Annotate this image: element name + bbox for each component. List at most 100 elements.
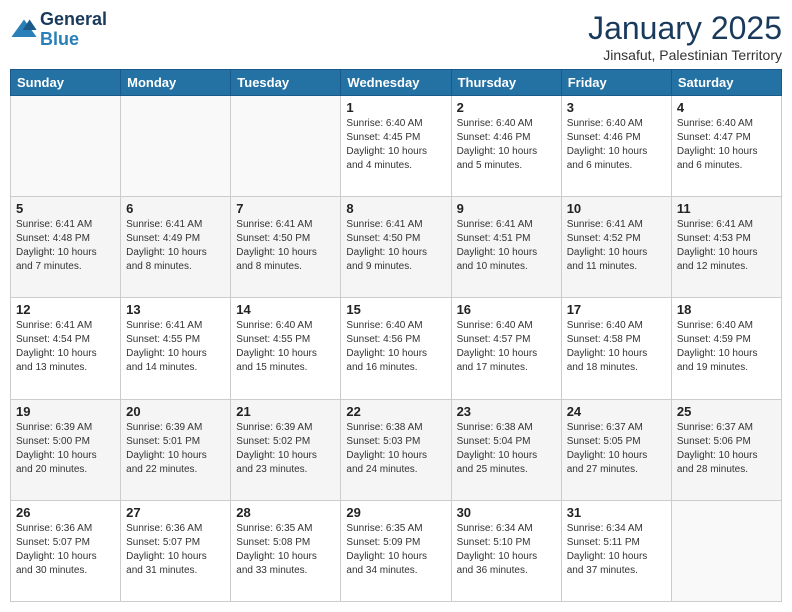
- calendar-cell: [671, 500, 781, 601]
- day-number: 22: [346, 404, 445, 419]
- calendar-cell: 11Sunrise: 6:41 AM Sunset: 4:53 PM Dayli…: [671, 197, 781, 298]
- title-block: January 2025 Jinsafut, Palestinian Terri…: [588, 10, 782, 63]
- day-number: 6: [126, 201, 225, 216]
- calendar-cell: 9 Sunrise: 6:41 AM Sunset: 4:51 PM Daylig…: [451, 197, 561, 298]
- calendar-cell: 8 Sunrise: 6:41 AM Sunset: 4:50 PM Daylig…: [341, 197, 451, 298]
- day-info: Sunrise: 6:39 AM Sunset: 5:02 PM Dayligh…: [236, 421, 335, 477]
- header: General Blue January 2025 Jinsafut, Pale…: [10, 10, 782, 63]
- day-info: Sunrise: 6:41 AM Sunset: 4:55 PM Dayligh…: [126, 319, 225, 375]
- day-info: Sunrise: 6:39 AM Sunset: 5:01 PM Dayligh…: [126, 421, 225, 477]
- calendar-subtitle: Jinsafut, Palestinian Territory: [588, 47, 782, 63]
- week-row-1: 1 Sunrise: 6:40 AM Sunset: 4:45 PM Daylig…: [11, 96, 782, 197]
- day-number: 28: [236, 505, 335, 520]
- calendar-cell: 18 Sunrise: 6:40 AM Sunset: 4:59 PM Dayli…: [671, 298, 781, 399]
- day-info: Sunrise: 6:40 AM Sunset: 4:58 PM Dayligh…: [567, 319, 666, 375]
- calendar-cell: 10Sunrise: 6:41 AM Sunset: 4:52 PM Dayli…: [561, 197, 671, 298]
- day-info: Sunrise: 6:41 AM Sunset: 4:49 PM Dayligh…: [126, 218, 225, 274]
- day-number: 4: [677, 100, 776, 115]
- calendar-cell: 15 Sunrise: 6:40 AM Sunset: 4:56 PM Dayli…: [341, 298, 451, 399]
- day-number: 3: [567, 100, 666, 115]
- day-info: Sunrise: 6:40 AM Sunset: 4:46 PM Dayligh…: [457, 117, 556, 173]
- calendar-cell: 16Sunrise: 6:40 AM Sunset: 4:57 PM Dayli…: [451, 298, 561, 399]
- day-info: Sunrise: 6:35 AM Sunset: 5:08 PM Dayligh…: [236, 522, 335, 578]
- day-info: Sunrise: 6:38 AM Sunset: 5:04 PM Dayligh…: [457, 421, 556, 477]
- calendar-cell: 20 Sunrise: 6:39 AM Sunset: 5:01 PM Dayli…: [121, 399, 231, 500]
- day-number: 19: [16, 404, 115, 419]
- day-info: Sunrise: 6:41 AM Sunset: 4:50 PM Dayligh…: [236, 218, 335, 274]
- logo-icon: [10, 16, 38, 44]
- day-number: 17: [567, 302, 666, 317]
- day-number: 15: [346, 302, 445, 317]
- calendar-cell: 21 Sunrise: 6:39 AM Sunset: 5:02 PM Dayli…: [231, 399, 341, 500]
- header-saturday: Saturday: [671, 70, 781, 96]
- day-info: Sunrise: 6:37 AM Sunset: 5:06 PM Dayligh…: [677, 421, 776, 477]
- calendar-cell: 27 Sunrise: 6:36 AM Sunset: 5:07 PM Dayli…: [121, 500, 231, 601]
- logo-line1: General: [40, 10, 107, 30]
- calendar-cell: [11, 96, 121, 197]
- day-number: 2: [457, 100, 556, 115]
- day-number: 9: [457, 201, 556, 216]
- calendar-cell: 14Sunrise: 6:40 AM Sunset: 4:55 PM Dayli…: [231, 298, 341, 399]
- day-number: 23: [457, 404, 556, 419]
- calendar-cell: 3 Sunrise: 6:40 AM Sunset: 4:46 PM Daylig…: [561, 96, 671, 197]
- logo-line2: Blue: [40, 30, 107, 50]
- day-number: 26: [16, 505, 115, 520]
- calendar-cell: 12 Sunrise: 6:41 AM Sunset: 4:54 PM Dayli…: [11, 298, 121, 399]
- day-number: 1: [346, 100, 445, 115]
- week-row-2: 5Sunrise: 6:41 AM Sunset: 4:48 PM Daylig…: [11, 197, 782, 298]
- day-number: 8: [346, 201, 445, 216]
- header-thursday: Thursday: [451, 70, 561, 96]
- week-row-5: 26 Sunrise: 6:36 AM Sunset: 5:07 PM Dayli…: [11, 500, 782, 601]
- day-info: Sunrise: 6:35 AM Sunset: 5:09 PM Dayligh…: [346, 522, 445, 578]
- calendar-cell: 22Sunrise: 6:38 AM Sunset: 5:03 PM Dayli…: [341, 399, 451, 500]
- logo-text: General Blue: [40, 10, 107, 50]
- day-info: Sunrise: 6:41 AM Sunset: 4:50 PM Dayligh…: [346, 218, 445, 274]
- calendar-cell: 1 Sunrise: 6:40 AM Sunset: 4:45 PM Daylig…: [341, 96, 451, 197]
- calendar-table: Sunday Monday Tuesday Wednesday Thursday…: [10, 69, 782, 602]
- day-number: 13: [126, 302, 225, 317]
- calendar-cell: 5Sunrise: 6:41 AM Sunset: 4:48 PM Daylig…: [11, 197, 121, 298]
- day-info: Sunrise: 6:40 AM Sunset: 4:59 PM Dayligh…: [677, 319, 776, 375]
- logo: General Blue: [10, 10, 107, 50]
- day-info: Sunrise: 6:41 AM Sunset: 4:54 PM Dayligh…: [16, 319, 115, 375]
- calendar-cell: 6 Sunrise: 6:41 AM Sunset: 4:49 PM Daylig…: [121, 197, 231, 298]
- day-number: 10: [567, 201, 666, 216]
- day-info: Sunrise: 6:34 AM Sunset: 5:11 PM Dayligh…: [567, 522, 666, 578]
- calendar-cell: 28 Sunrise: 6:35 AM Sunset: 5:08 PM Dayli…: [231, 500, 341, 601]
- day-number: 11: [677, 201, 776, 216]
- calendar-cell: 4 Sunrise: 6:40 AM Sunset: 4:47 PM Daylig…: [671, 96, 781, 197]
- day-number: 7: [236, 201, 335, 216]
- calendar-cell: 2 Sunrise: 6:40 AM Sunset: 4:46 PM Daylig…: [451, 96, 561, 197]
- calendar-cell: 25Sunrise: 6:37 AM Sunset: 5:06 PM Dayli…: [671, 399, 781, 500]
- day-number: 24: [567, 404, 666, 419]
- day-info: Sunrise: 6:40 AM Sunset: 4:56 PM Dayligh…: [346, 319, 445, 375]
- calendar-cell: 13 Sunrise: 6:41 AM Sunset: 4:55 PM Dayli…: [121, 298, 231, 399]
- calendar-cell: 7 Sunrise: 6:41 AM Sunset: 4:50 PM Daylig…: [231, 197, 341, 298]
- day-info: Sunrise: 6:40 AM Sunset: 4:45 PM Dayligh…: [346, 117, 445, 173]
- day-info: Sunrise: 6:41 AM Sunset: 4:48 PM Dayligh…: [16, 218, 115, 274]
- day-number: 21: [236, 404, 335, 419]
- day-info: Sunrise: 6:40 AM Sunset: 4:47 PM Dayligh…: [677, 117, 776, 173]
- day-info: Sunrise: 6:39 AM Sunset: 5:00 PM Dayligh…: [16, 421, 115, 477]
- day-number: 14: [236, 302, 335, 317]
- header-sunday: Sunday: [11, 70, 121, 96]
- day-info: Sunrise: 6:41 AM Sunset: 4:51 PM Dayligh…: [457, 218, 556, 274]
- page: General Blue January 2025 Jinsafut, Pale…: [0, 0, 792, 612]
- calendar-title: January 2025: [588, 10, 782, 47]
- day-number: 30: [457, 505, 556, 520]
- calendar-cell: 17 Sunrise: 6:40 AM Sunset: 4:58 PM Dayli…: [561, 298, 671, 399]
- day-info: Sunrise: 6:40 AM Sunset: 4:46 PM Dayligh…: [567, 117, 666, 173]
- day-number: 20: [126, 404, 225, 419]
- calendar-cell: [121, 96, 231, 197]
- day-number: 27: [126, 505, 225, 520]
- day-info: Sunrise: 6:36 AM Sunset: 5:07 PM Dayligh…: [126, 522, 225, 578]
- calendar-cell: 23 Sunrise: 6:38 AM Sunset: 5:04 PM Dayli…: [451, 399, 561, 500]
- calendar-cell: [231, 96, 341, 197]
- header-tuesday: Tuesday: [231, 70, 341, 96]
- day-number: 16: [457, 302, 556, 317]
- header-friday: Friday: [561, 70, 671, 96]
- calendar-cell: 31Sunrise: 6:34 AM Sunset: 5:11 PM Dayli…: [561, 500, 671, 601]
- weekday-header-row: Sunday Monday Tuesday Wednesday Thursday…: [11, 70, 782, 96]
- day-number: 12: [16, 302, 115, 317]
- day-number: 18: [677, 302, 776, 317]
